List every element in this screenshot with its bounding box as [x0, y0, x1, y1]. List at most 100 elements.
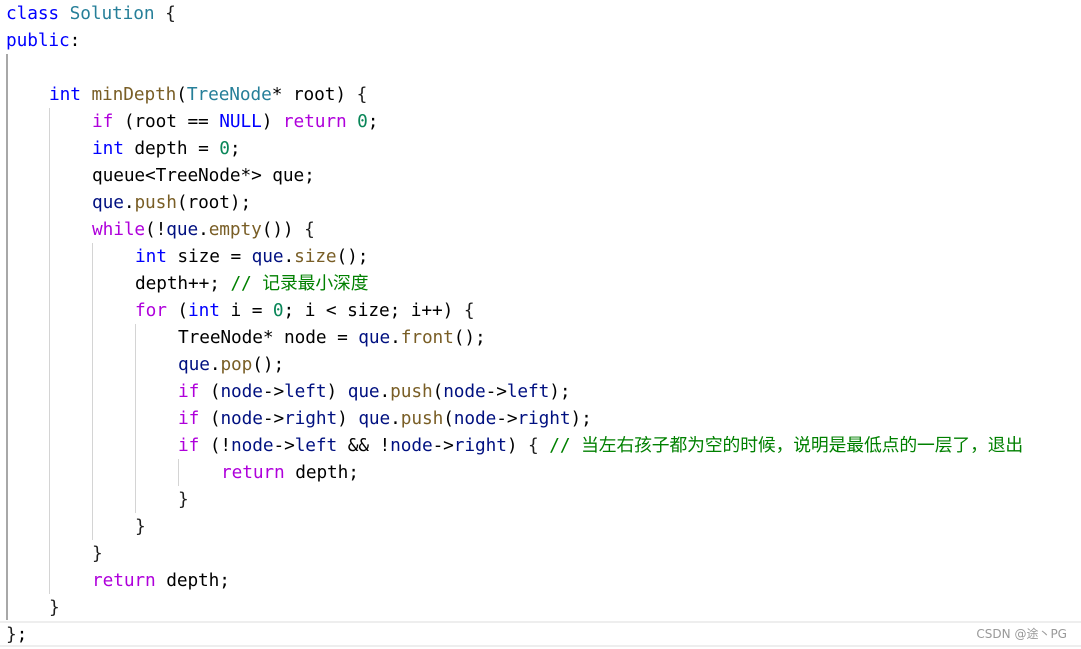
function-name: push	[390, 381, 433, 402]
code-line[interactable]: return depth;	[92, 567, 230, 594]
control-keyword: return	[221, 462, 285, 483]
code-line[interactable]: }	[178, 486, 189, 513]
code-text: );	[570, 408, 592, 429]
code-text: ->	[262, 381, 285, 402]
code-text: ->	[496, 408, 518, 429]
code-line[interactable]: for (int i = 0; i < size; i++) {	[135, 297, 475, 324]
code-text: (root ==	[113, 111, 220, 132]
variable: que	[178, 354, 210, 375]
code-text: ;	[367, 111, 379, 132]
code-text: ->	[485, 381, 507, 402]
code-text: ;	[229, 138, 241, 159]
variable: node	[390, 435, 433, 456]
code-text: depth;	[155, 570, 230, 591]
code-text: .	[123, 192, 135, 213]
code-text: )	[506, 435, 529, 456]
code-line[interactable]: int minDepth(TreeNode* root) {	[49, 81, 367, 108]
code-line[interactable]: que.pop();	[178, 351, 284, 378]
variable: left	[294, 435, 338, 456]
code-text: ->	[432, 435, 454, 456]
code-text: depth++;	[135, 273, 231, 294]
code-text: .	[390, 327, 401, 348]
keyword: int	[92, 138, 124, 159]
variable: left	[506, 381, 550, 402]
code-text: (	[166, 300, 189, 321]
control-keyword: if	[178, 408, 200, 429]
code-line[interactable]: if (root == NULL) return 0;	[92, 108, 378, 135]
code-line[interactable]: public:	[6, 27, 80, 54]
code-line[interactable]: if (node->left) que.push(node->left);	[178, 378, 571, 405]
code-text: )	[326, 381, 348, 402]
code-line[interactable]: if (node->right) que.push(node->right);	[178, 405, 592, 432]
variable: que	[358, 408, 391, 429]
indent-guide-class-body	[6, 54, 8, 620]
code-line[interactable]: if (!node->left && !node->right) { // 当左…	[178, 432, 1023, 459]
function-name: minDepth	[91, 84, 177, 105]
code-editor[interactable]: class Solution {public: int minDepth(Tree…	[0, 0, 1081, 649]
code-text: depth;	[284, 462, 359, 483]
code-text: :	[69, 30, 81, 51]
code-line[interactable]: while(!que.empty()) {	[92, 216, 315, 243]
code-line[interactable]: class Solution {	[6, 0, 176, 27]
indent-guide-function-body	[49, 108, 50, 594]
number-literal: 0	[357, 111, 368, 132]
keyword: int	[49, 84, 81, 105]
variable: node	[231, 435, 274, 456]
code-line[interactable]: int depth = 0;	[92, 135, 241, 162]
code-text: size =	[166, 246, 252, 267]
code-text: && !	[337, 435, 391, 456]
keyword: public	[6, 30, 70, 51]
code-line[interactable]: TreeNode* node = que.front();	[178, 324, 486, 351]
variable: que	[166, 219, 199, 240]
bracket: }	[6, 624, 17, 645]
function-name: empty	[208, 219, 262, 240]
indent-guide-while-body	[92, 243, 93, 540]
variable: que	[347, 381, 380, 402]
variable: left	[284, 381, 327, 402]
variable: node	[453, 408, 497, 429]
code-line[interactable]: que.push(root);	[92, 189, 251, 216]
comment-text: 当左右孩子都为空的时候，说明是最低点的一层了，退出	[581, 435, 1024, 456]
code-text: (!	[145, 219, 167, 240]
keyword: NULL	[219, 111, 262, 132]
code-text: ; i < size; i++)	[283, 300, 464, 321]
keyword: int	[135, 246, 167, 267]
code-text: ();	[336, 246, 369, 267]
keyword: int	[188, 300, 220, 321]
comment-text: 记录最小深度	[262, 273, 369, 294]
bracket: {	[463, 300, 475, 321]
code-line[interactable]: }	[49, 594, 60, 621]
bracket: {	[304, 219, 315, 240]
code-text: (	[432, 381, 444, 402]
control-keyword: if	[178, 435, 200, 456]
code-text: (	[199, 381, 221, 402]
code-line[interactable]: depth++; // 记录最小深度	[135, 270, 368, 297]
code-text: (!	[199, 435, 232, 456]
code-text: ();	[453, 327, 486, 348]
number-literal: 0	[219, 138, 230, 159]
bracket: {	[356, 84, 368, 105]
bracket: }	[135, 516, 146, 537]
code-line[interactable]: }	[92, 540, 103, 567]
code-text: )	[261, 111, 283, 132]
comment: //	[230, 273, 263, 294]
bracket: {	[165, 3, 176, 24]
variable: node	[220, 381, 263, 402]
number-literal: 0	[272, 300, 284, 321]
function-name: push	[400, 408, 444, 429]
code-text: i =	[219, 300, 273, 321]
code-line[interactable]: queue<TreeNode*> que;	[92, 162, 315, 189]
code-line[interactable]: }	[135, 513, 146, 540]
bracket: }	[49, 597, 60, 618]
code-text: depth =	[123, 138, 220, 159]
indent-guide-if-body	[178, 459, 179, 486]
comment: //	[549, 435, 582, 456]
code-line[interactable]: return depth;	[221, 459, 359, 486]
code-line[interactable]: int size = que.size();	[135, 243, 368, 270]
code-text: * root)	[271, 84, 357, 105]
code-text: )	[337, 408, 359, 429]
code-line[interactable]: };	[6, 621, 27, 648]
